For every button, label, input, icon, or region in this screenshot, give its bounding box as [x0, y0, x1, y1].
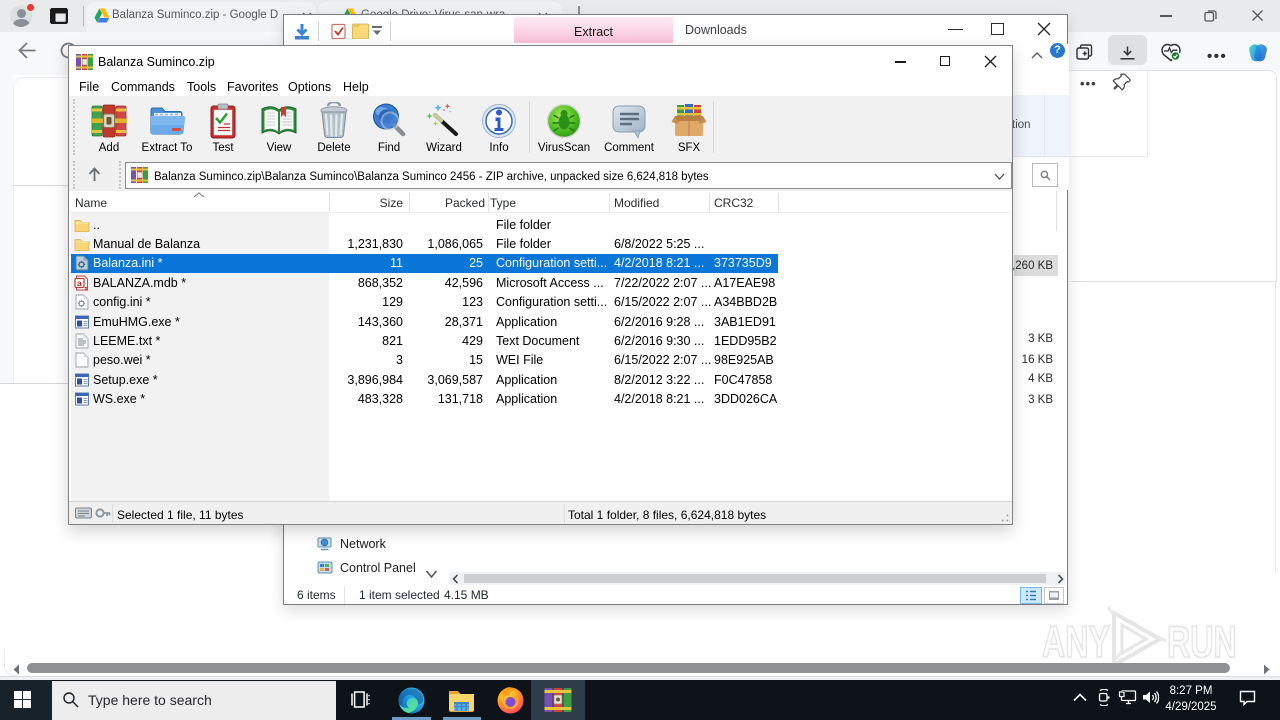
svg-text:RUN: RUN [1167, 618, 1237, 667]
svg-text:a: a [77, 278, 82, 288]
svg-text:ANY: ANY [1042, 618, 1110, 667]
